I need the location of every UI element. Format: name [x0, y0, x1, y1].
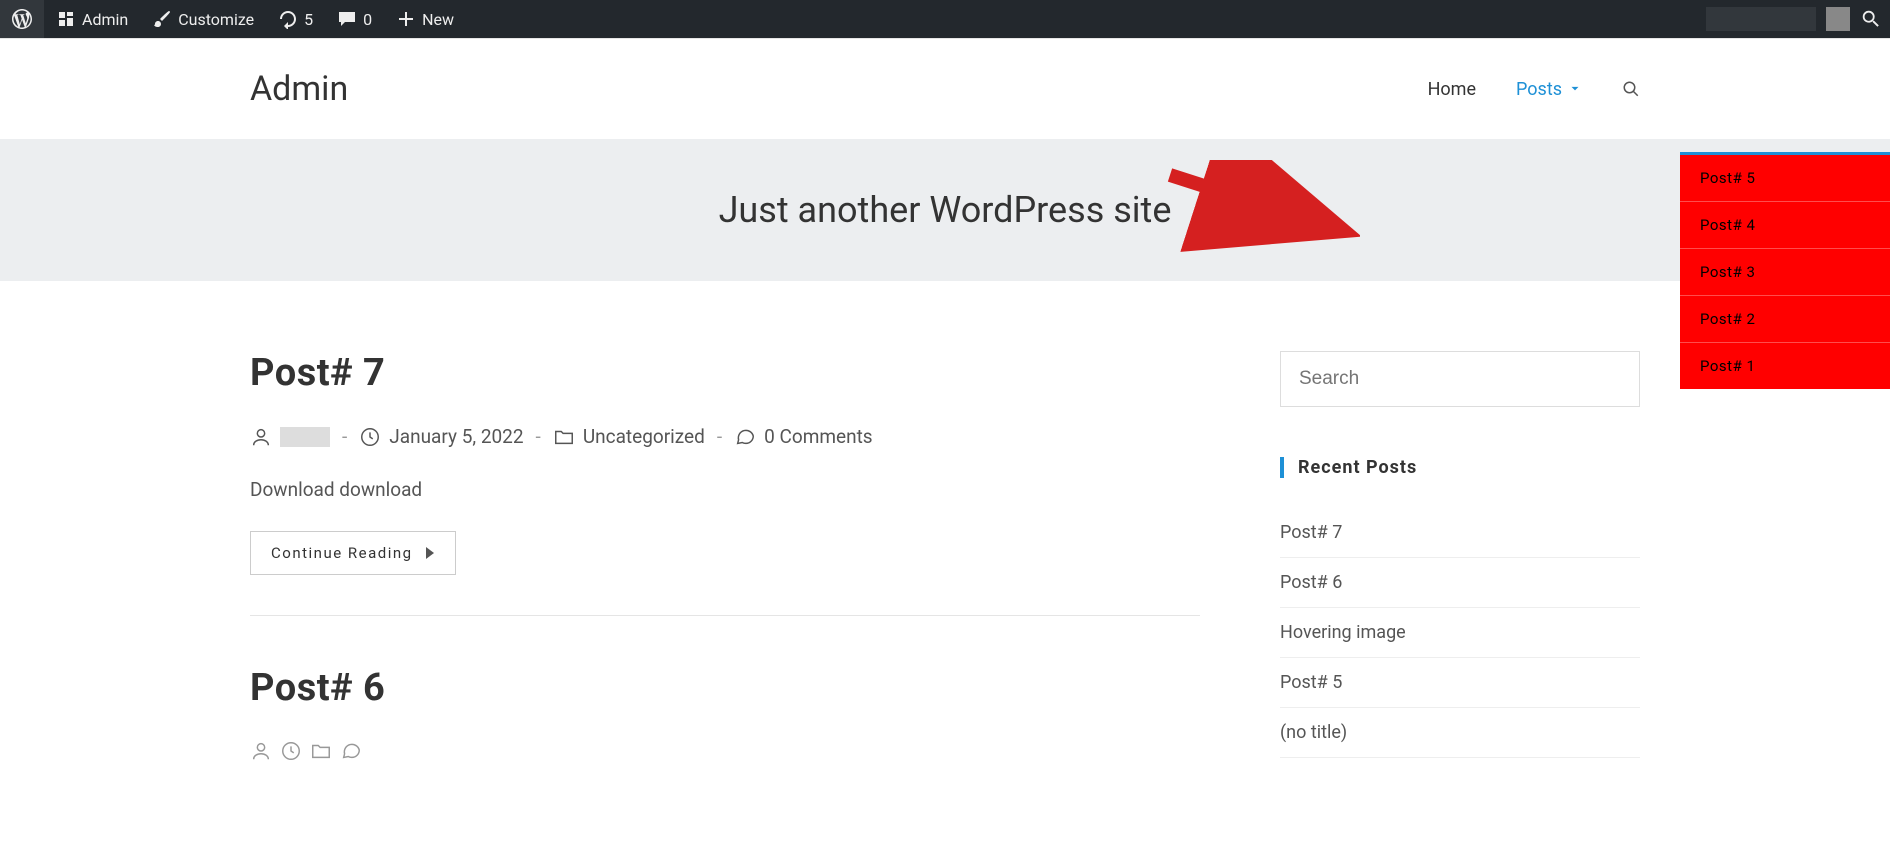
posts-column: Post# 7 - January 5, 2022 - [250, 351, 1200, 812]
user-icon [250, 740, 272, 762]
chevron-right-icon [425, 547, 435, 559]
updates-count: 5 [304, 10, 313, 29]
speech-icon [734, 426, 756, 448]
admin-bar-left: Admin Customize 5 0 New [0, 0, 466, 38]
new-content-menu[interactable]: New [384, 0, 466, 38]
post-title[interactable]: Post# 6 [250, 666, 1200, 710]
speech-icon [340, 740, 362, 762]
clock-icon [359, 426, 381, 448]
tagline-text: Just another WordPress site [0, 189, 1890, 231]
comments-menu[interactable]: 0 [325, 0, 384, 38]
customize-menu[interactable]: Customize [140, 0, 266, 38]
meta-date [280, 740, 302, 762]
site-header: Admin Home Posts [0, 38, 1890, 139]
recent-posts-list: Post# 7 Post# 6 Hovering image Post# 5 (… [1280, 508, 1640, 758]
tagline-banner: Just another WordPress site [0, 139, 1890, 281]
dropdown-item[interactable]: Post# 3 [1680, 249, 1890, 296]
meta-separator: - [536, 425, 541, 448]
arrow-annotation [1160, 160, 1360, 260]
plus-icon [396, 9, 416, 29]
comments-count: 0 [363, 10, 372, 29]
nav-posts[interactable]: Posts [1516, 79, 1582, 100]
category-value: Uncategorized [583, 425, 705, 448]
user-icon [250, 426, 272, 448]
dropdown-item[interactable]: Post# 4 [1680, 202, 1890, 249]
continue-label: Continue Reading [271, 544, 413, 562]
post-meta: - January 5, 2022 - Uncategorized - [250, 425, 1200, 448]
folder-icon [310, 740, 332, 762]
meta-category[interactable] [310, 740, 332, 762]
continue-reading-button[interactable]: Continue Reading [250, 531, 456, 575]
wp-admin-bar: Admin Customize 5 0 New [0, 0, 1890, 38]
recent-post-item[interactable]: Post# 5 [1280, 658, 1640, 708]
recent-posts-widget: Recent Posts Post# 7 Post# 6 Hovering im… [1280, 457, 1640, 758]
admin-bar-search-field[interactable] [1706, 7, 1816, 31]
clock-icon [280, 740, 302, 762]
meta-separator: - [717, 425, 722, 448]
sidebar: Recent Posts Post# 7 Post# 6 Hovering im… [1280, 351, 1640, 812]
comment-icon [337, 9, 357, 29]
meta-date: January 5, 2022 [359, 425, 523, 448]
nav-search-icon[interactable] [1622, 80, 1640, 98]
recent-post-item[interactable]: (no title) [1280, 708, 1640, 758]
updates-menu[interactable]: 5 [266, 0, 325, 38]
meta-comments[interactable] [340, 740, 362, 762]
folder-icon [553, 426, 575, 448]
nav-posts-label: Posts [1516, 79, 1562, 100]
user-avatar[interactable] [1826, 7, 1850, 31]
admin-bar-right [1706, 0, 1890, 38]
comments-value: 0 Comments [764, 425, 873, 448]
post: Post# 7 - January 5, 2022 - [250, 351, 1200, 616]
meta-comments[interactable]: 0 Comments [734, 425, 873, 448]
meta-author[interactable] [250, 740, 272, 762]
recent-post-item[interactable]: Post# 6 [1280, 558, 1640, 608]
primary-nav: Home Posts [1428, 79, 1640, 100]
wordpress-icon [12, 9, 32, 29]
meta-category[interactable]: Uncategorized [553, 425, 705, 448]
recent-post-item[interactable]: Hovering image [1280, 608, 1640, 658]
dropdown-item[interactable]: Post# 2 [1680, 296, 1890, 343]
date-value: January 5, 2022 [389, 425, 523, 448]
nav-home[interactable]: Home [1428, 79, 1476, 100]
brush-icon [152, 9, 172, 29]
post-meta [250, 740, 1200, 762]
recent-post-item[interactable]: Post# 7 [1280, 508, 1640, 558]
author-name-blurred [280, 427, 330, 447]
dropdown-item[interactable]: Post# 5 [1680, 155, 1890, 202]
meta-separator: - [342, 425, 347, 448]
search-input[interactable] [1280, 351, 1640, 407]
post-title[interactable]: Post# 7 [250, 351, 1200, 395]
new-label: New [422, 10, 454, 29]
site-name-menu[interactable]: Admin [44, 0, 140, 38]
post: Post# 6 [250, 666, 1200, 762]
post-excerpt: Download download [250, 478, 1200, 501]
refresh-icon [278, 9, 298, 29]
dropdown-item[interactable]: Post# 1 [1680, 343, 1890, 389]
dashboard-icon [56, 9, 76, 29]
main-content: Post# 7 - January 5, 2022 - [230, 351, 1660, 812]
admin-bar-search-icon[interactable] [1860, 8, 1882, 30]
meta-author[interactable] [250, 426, 330, 448]
posts-dropdown: Post# 5 Post# 4 Post# 3 Post# 2 Post# 1 [1680, 152, 1890, 389]
customize-label: Customize [178, 10, 254, 29]
wp-logo-menu[interactable] [0, 0, 44, 38]
chevron-down-icon [1568, 82, 1582, 96]
admin-label: Admin [82, 10, 128, 29]
site-title[interactable]: Admin [250, 69, 348, 109]
widget-title: Recent Posts [1280, 457, 1640, 478]
